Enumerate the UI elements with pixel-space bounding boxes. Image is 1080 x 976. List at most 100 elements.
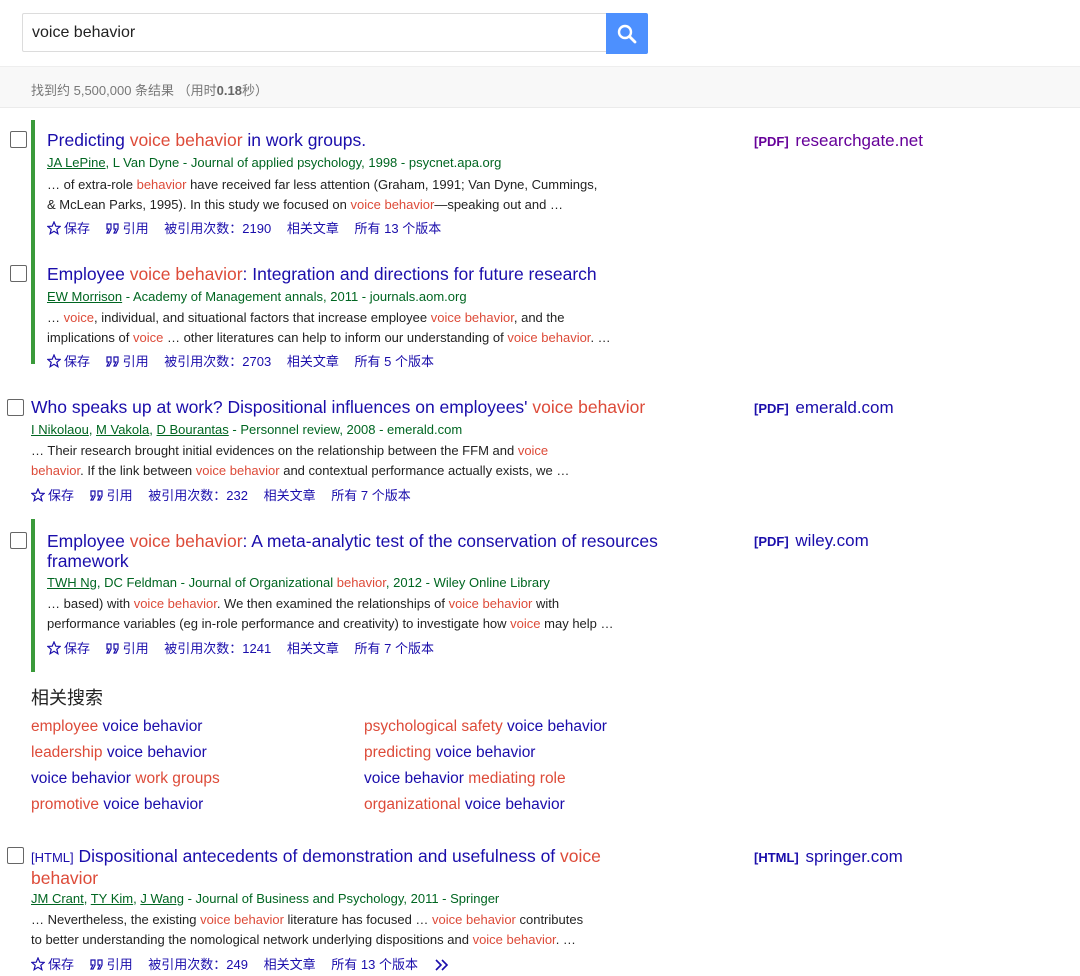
side-pdf-link[interactable]: [PDF] wiley.com — [754, 531, 869, 551]
author-name: L Van Dyne — [112, 155, 180, 170]
stats-prefix: 找到约 5,500,000 条结果 （用时 — [31, 83, 217, 98]
related-articles-link[interactable]: 相关文章 — [287, 641, 339, 656]
result-actions: 保存 引用 被引用次数：249 相关文章 所有 13 个版本 — [30, 954, 453, 973]
stats-bar: 找到约 5,500,000 条结果 （用时0.18秒） — [0, 66, 1080, 108]
cite-button[interactable]: 引用 — [105, 641, 149, 656]
result-snippet: … Their research brought initial evidenc… — [31, 443, 570, 478]
star-icon — [46, 640, 62, 655]
search-input[interactable] — [22, 13, 606, 52]
author-link[interactable]: D Bourantas — [157, 422, 229, 437]
source-text: - Journal of applied psychology, 1998 - … — [179, 155, 502, 170]
result-actions: 保存 引用 被引用次数：232 相关文章 所有 7 个版本 — [30, 485, 423, 504]
author-link[interactable]: TY Kim — [91, 891, 133, 906]
author-link[interactable]: J Wang — [140, 891, 184, 906]
author-link[interactable]: JM Crant — [31, 891, 84, 906]
related-articles-link[interactable]: 相关文章 — [264, 488, 316, 503]
author-link[interactable]: EW Morrison — [47, 289, 122, 304]
result-checkbox[interactable] — [10, 131, 27, 148]
quote-icon — [105, 643, 119, 654]
result-checkbox[interactable] — [7, 847, 24, 864]
save-button[interactable]: 保存 — [46, 220, 90, 236]
result-title[interactable]: Employee voice behavior: A meta-analytic… — [47, 531, 658, 571]
save-button[interactable]: 保存 — [30, 487, 74, 503]
result-accent-bar — [31, 120, 35, 364]
result-actions: 保存 引用 被引用次数：2190 相关文章 所有 13 个版本 — [46, 218, 453, 237]
title-text: Predicting — [47, 130, 130, 150]
related-search-link[interactable]: organizational voice behavior — [364, 796, 565, 814]
result-actions: 保存 引用 被引用次数：2703 相关文章 所有 5 个版本 — [46, 351, 446, 370]
result-meta: EW Morrison - Academy of Management anna… — [47, 289, 467, 304]
save-button[interactable]: 保存 — [46, 640, 90, 656]
related-search-link[interactable]: psychological safety voice behavior — [364, 718, 607, 736]
result-checkbox[interactable] — [7, 399, 24, 416]
search-icon — [617, 24, 637, 44]
result-stats: 找到约 5,500,000 条结果 （用时0.18秒） — [31, 80, 268, 99]
all-versions-link[interactable]: 所有 5 个版本 — [354, 354, 433, 369]
all-versions-link[interactable]: 所有 7 个版本 — [331, 488, 410, 503]
quote-icon — [105, 356, 119, 367]
related-articles-link[interactable]: 相关文章 — [287, 221, 339, 236]
result-meta: JA LePine, L Van Dyne - Journal of appli… — [47, 155, 502, 170]
cited-by-link[interactable]: 被引用次数：249 — [148, 957, 248, 972]
related-search-link[interactable]: predicting voice behavior — [364, 744, 535, 762]
search-bar — [22, 13, 648, 54]
quote-icon — [89, 959, 103, 970]
result-snippet: … Nevertheless, the existing voice behav… — [31, 912, 584, 947]
cite-button[interactable]: 引用 — [105, 221, 149, 236]
related-search-link[interactable]: leadership voice behavior — [31, 744, 207, 762]
related-search-link[interactable]: promotive voice behavior — [31, 796, 203, 814]
author-link[interactable]: TWH Ng — [47, 575, 97, 590]
related-articles-link[interactable]: 相关文章 — [264, 957, 316, 972]
author-link[interactable]: M Vakola — [96, 422, 149, 437]
star-icon — [46, 353, 62, 368]
stats-suffix: 秒） — [241, 83, 268, 98]
result-snippet: … based) with voice behavior. We then ex… — [47, 596, 614, 631]
related-articles-link[interactable]: 相关文章 — [287, 354, 339, 369]
side-pdf-link[interactable]: [PDF] emerald.com — [754, 398, 894, 418]
all-versions-link[interactable]: 所有 7 个版本 — [354, 641, 433, 656]
author-link[interactable]: I Nikolaou — [31, 422, 89, 437]
side-pdf-link[interactable]: [PDF] researchgate.net — [754, 131, 923, 151]
star-icon — [46, 220, 62, 235]
title-highlight: voice behavior — [129, 130, 243, 150]
result-snippet: … of extra-role behavior have received f… — [47, 177, 598, 212]
result-actions: 保存 引用 被引用次数：1241 相关文章 所有 7 个版本 — [46, 638, 446, 657]
quote-icon — [89, 490, 103, 501]
result-title[interactable]: Employee voice behavior: Integration and… — [47, 264, 597, 284]
search-button[interactable] — [606, 13, 648, 54]
save-button[interactable]: 保存 — [46, 353, 90, 369]
result-accent-bar — [31, 519, 35, 672]
side-html-link[interactable]: [HTML] springer.com — [754, 847, 903, 867]
cited-by-link[interactable]: 被引用次数：2190 — [164, 221, 271, 236]
star-icon — [30, 487, 46, 502]
all-versions-link[interactable]: 所有 13 个版本 — [331, 957, 418, 972]
result-snippet: … voice, individual, and situational fac… — [47, 310, 611, 345]
author-link[interactable]: JA LePine — [47, 155, 106, 170]
related-search-link[interactable]: voice behavior work groups — [31, 770, 220, 788]
quote-icon — [105, 223, 119, 234]
result-title[interactable]: Predicting voice behavior in work groups… — [47, 130, 366, 150]
related-search-link[interactable]: employee voice behavior — [31, 718, 202, 736]
all-versions-link[interactable]: 所有 13 个版本 — [354, 221, 441, 236]
stats-time: 0.18 — [216, 83, 242, 98]
double-chevron-icon — [435, 959, 448, 971]
result-title[interactable]: Who speaks up at work? Dispositional inf… — [31, 397, 645, 417]
title-text: in work groups. — [242, 130, 367, 150]
cite-button[interactable]: 引用 — [105, 354, 149, 369]
star-icon — [30, 956, 46, 971]
save-button[interactable]: 保存 — [30, 956, 74, 972]
result-meta: TWH Ng, DC Feldman - Journal of Organiza… — [47, 575, 550, 590]
cited-by-link[interactable]: 被引用次数：2703 — [164, 354, 271, 369]
result-checkbox[interactable] — [10, 265, 27, 282]
more-button[interactable] — [434, 957, 453, 972]
result-meta: JM Crant, TY Kim, J Wang - Journal of Bu… — [31, 891, 500, 906]
result-meta: I Nikolaou, M Vakola, D Bourantas - Pers… — [31, 422, 463, 437]
format-tag: [HTML] — [31, 850, 74, 865]
cited-by-link[interactable]: 被引用次数：1241 — [164, 641, 271, 656]
cite-button[interactable]: 引用 — [89, 957, 133, 972]
cite-button[interactable]: 引用 — [89, 488, 133, 503]
result-checkbox[interactable] — [10, 532, 27, 549]
related-search-link[interactable]: voice behavior mediating role — [364, 770, 566, 788]
result-title[interactable]: [HTML] Dispositional antecedents of demo… — [31, 846, 601, 888]
cited-by-link[interactable]: 被引用次数：232 — [148, 488, 248, 503]
